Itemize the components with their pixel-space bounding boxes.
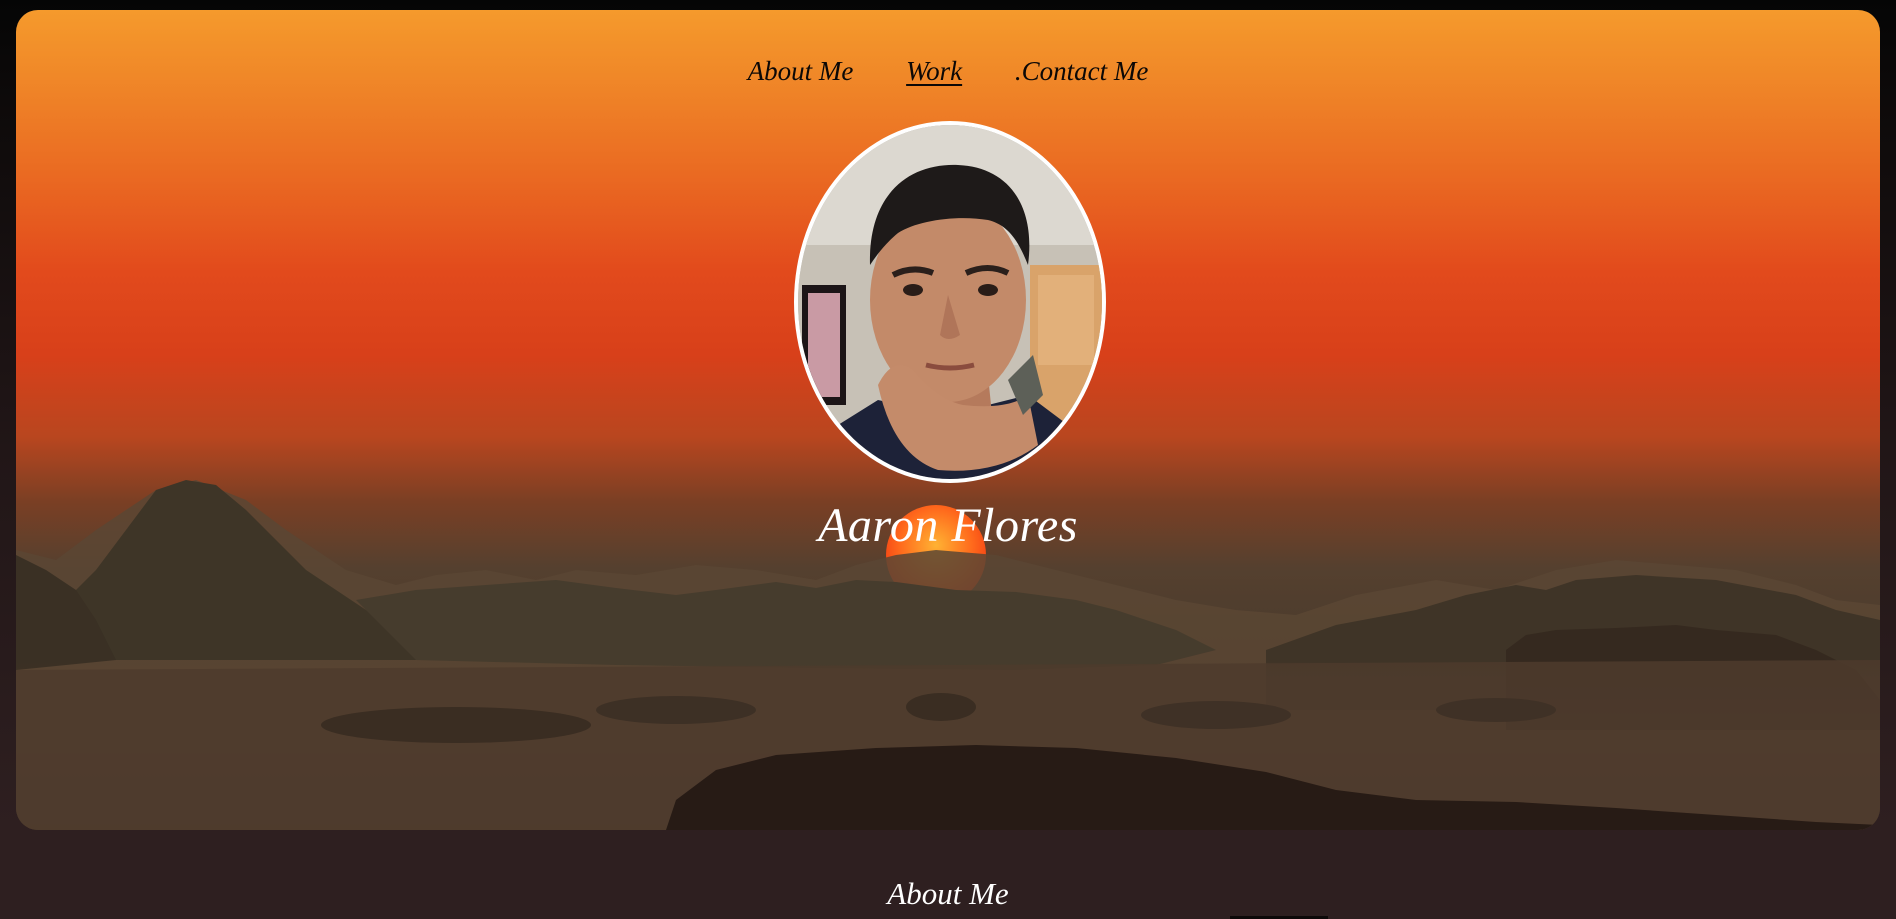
nav-link-contact-me[interactable]: .Contact Me bbox=[1015, 56, 1148, 87]
page: About Me Work .Contact Me Aaron Flores A… bbox=[0, 0, 1896, 919]
nav-link-about-me[interactable]: About Me bbox=[748, 56, 854, 87]
rock-left bbox=[321, 707, 591, 743]
profile-photo bbox=[794, 121, 1106, 483]
nav-link-work[interactable]: Work bbox=[906, 56, 962, 87]
profile-photo-illustration bbox=[798, 125, 1102, 479]
rock-right bbox=[1141, 701, 1291, 729]
hero-name: Aaron Flores bbox=[818, 499, 1078, 552]
top-navigation: About Me Work .Contact Me bbox=[16, 56, 1880, 87]
rock-far-right bbox=[1436, 698, 1556, 722]
rock-mid bbox=[596, 696, 756, 724]
rock-small bbox=[906, 693, 976, 721]
about-me-heading: About Me bbox=[887, 876, 1009, 911]
hero-banner: About Me Work .Contact Me Aaron Flores bbox=[16, 10, 1880, 830]
